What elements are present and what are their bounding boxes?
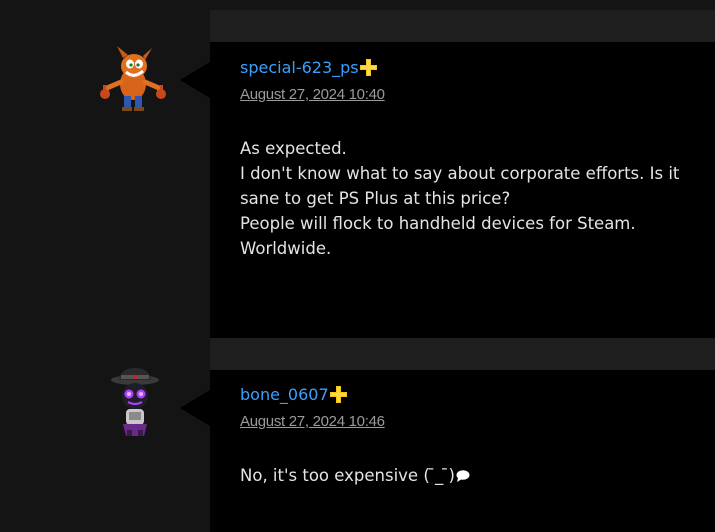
comment-thread: special-623_ps August 27, 2024 10:40 As … — [0, 0, 715, 532]
comment-pointer — [180, 62, 210, 98]
speech-bubble-icon — [456, 470, 470, 482]
comment-line-text: No, it's too expensive ( ̄_ ̄) — [240, 466, 455, 485]
comment-body: No, it's too expensive ( ̄_ ̄) — [240, 463, 680, 488]
comment-line: People will flock to handheld devices fo… — [240, 214, 636, 258]
avatar[interactable] — [97, 44, 169, 116]
comment-separator — [210, 338, 715, 370]
comment-author: special-623_ps — [240, 58, 377, 77]
comment-timestamp[interactable]: August 27, 2024 10:40 — [240, 86, 385, 103]
ps-plus-icon — [329, 386, 347, 403]
comment-line: No, it's too expensive ( ̄_ ̄) — [240, 463, 680, 488]
comment-timestamp[interactable]: August 27, 2024 10:46 — [240, 413, 385, 430]
crash-bandicoot-avatar-icon — [100, 46, 166, 111]
sackboy-hat-avatar-icon — [111, 368, 159, 436]
username-link[interactable]: special-623_ps — [240, 58, 359, 77]
comment-line: I don't know what to say about corporate… — [240, 164, 680, 208]
comment-author: bone_0607 — [240, 385, 347, 404]
avatar[interactable] — [99, 366, 171, 438]
comment-body: As expected. I don't know what to say ab… — [240, 136, 680, 261]
comment-line: As expected. — [240, 139, 347, 158]
ps-plus-icon — [359, 59, 377, 76]
username-link[interactable]: bone_0607 — [240, 385, 329, 404]
comment-pointer — [180, 390, 210, 426]
comment-separator — [210, 10, 715, 42]
